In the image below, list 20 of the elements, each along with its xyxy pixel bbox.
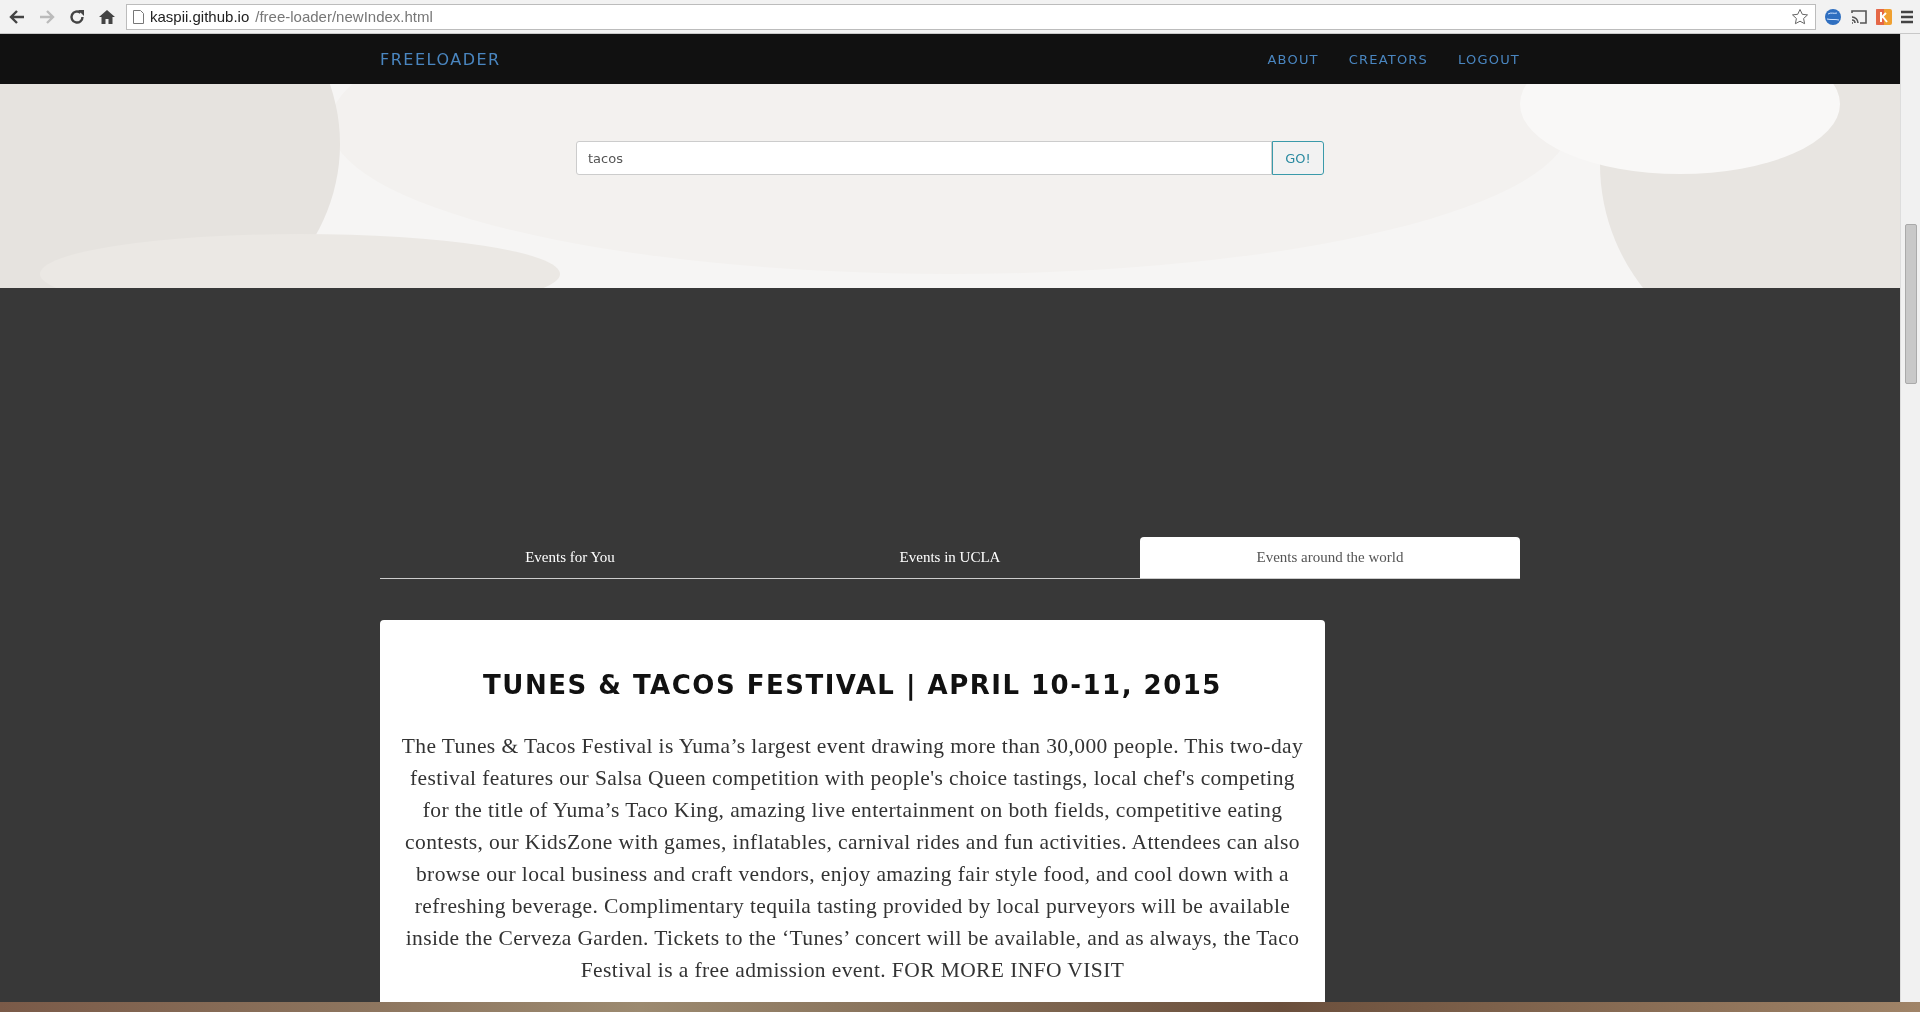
- url-path: /free-loader/newIndex.html: [255, 8, 433, 25]
- nav-link[interactable]: ABOUT: [1267, 51, 1319, 67]
- tab[interactable]: Events around the world: [1140, 537, 1520, 579]
- address-bar[interactable]: kaspii.github.io /free-loader/newIndex.html: [126, 3, 1816, 30]
- page-icon: [133, 9, 144, 24]
- globe-icon[interactable]: [1824, 7, 1842, 26]
- menu-button[interactable]: [1900, 9, 1914, 24]
- brand-link[interactable]: FREELOADER: [380, 49, 1238, 69]
- search-field[interactable]: tacos: [576, 141, 1272, 175]
- cast-icon[interactable]: [1850, 8, 1868, 25]
- go-button[interactable]: GO!: [1272, 141, 1324, 175]
- event-description: The Tunes & Tacos Festival is Yuma’s largest event drawing more than 30,000 people. This two-day festival features our Salsa Queen competition with people's choice tastings, local chef's competing for the title of Yuma’s Taco King, amazing live entertainment on both fields, competitive eating contests, our KidsZone with games, inflatables, carnival rides and fun activities. Attendees can also browse our local business and craft vendors, enjoy amazing fair style food, and cool down with a refreshing beverage. Complimentary tequila tasting provided by local purveyors will be available inside the Cerveza Garden. Tickets to the ‘Tunes’ concert will be available, and as always, the Taco Festival is a free admission event. FOR MORE INFO VISIT: [400, 733, 1305, 984]
- tab[interactable]: Events for You: [380, 537, 760, 579]
- tab[interactable]: Events in UCLA: [760, 537, 1140, 579]
- nav-link[interactable]: CREATORS: [1348, 51, 1428, 67]
- url-host: kaspii.github.io: [150, 8, 250, 25]
- event-title: TUNES & TACOS FESTIVAL | APRIL 10-11, 2015: [483, 670, 1222, 700]
- extension-icon[interactable]: [1876, 8, 1892, 25]
- star-icon[interactable]: [1791, 7, 1809, 26]
- nav-link[interactable]: LOGOUT: [1458, 51, 1520, 67]
